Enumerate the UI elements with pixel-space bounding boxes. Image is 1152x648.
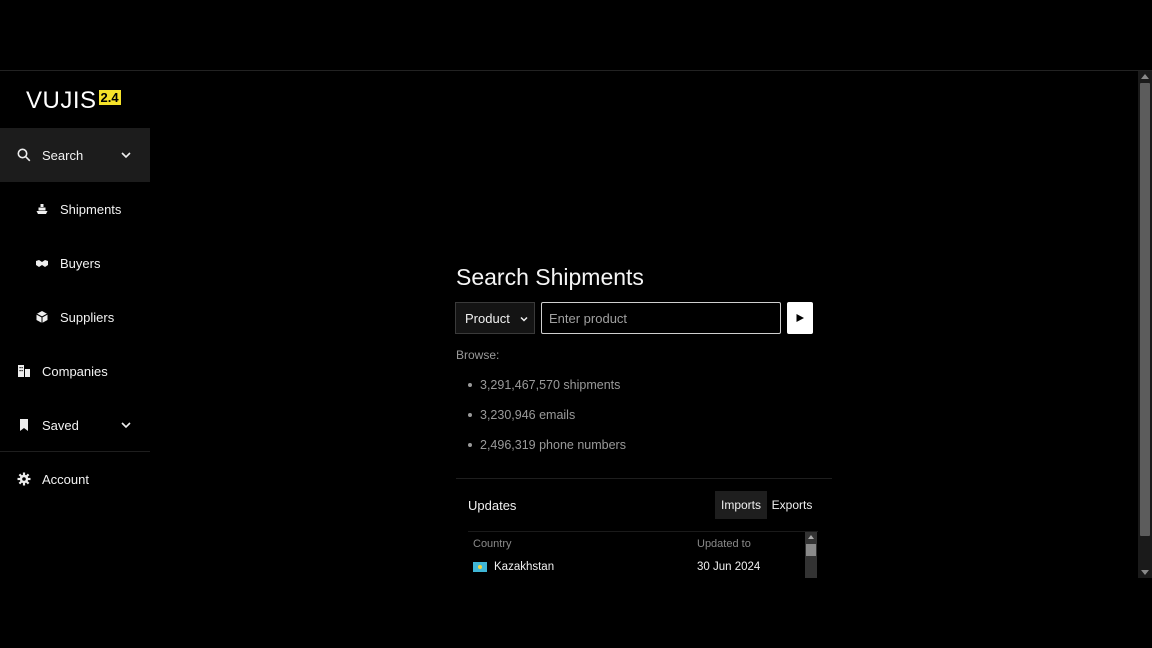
logo[interactable]: VUJIS 2.4 [26, 88, 121, 114]
buildings-icon [17, 364, 31, 378]
chevron-down-icon [119, 418, 133, 432]
table-cell-updated-to: 30 Jun 2024 [697, 561, 761, 573]
browse-item-emails[interactable]: 3,230,946 emails [468, 408, 575, 422]
bullet-icon [468, 382, 472, 387]
logo-text: VUJIS [26, 87, 97, 114]
box-icon [35, 310, 49, 324]
bullet-icon [468, 412, 472, 417]
sidebar-item-label: Search [42, 147, 84, 163]
chevron-down-icon [119, 148, 133, 162]
sidebar-item-label: Buyers [60, 255, 101, 271]
sidebar-item-label: Suppliers [60, 309, 115, 325]
updates-title: Updates [468, 498, 517, 513]
sidebar-item-label: Shipments [60, 201, 122, 217]
table-scrollbar[interactable] [805, 532, 817, 579]
table-scroll-thumb[interactable] [806, 544, 816, 556]
page-scrollbar[interactable] [1138, 71, 1152, 578]
search-type-select[interactable]: Product [455, 302, 535, 334]
chevron-down-icon [518, 313, 530, 325]
sidebar: VUJIS 2.4 Search Shipments Buyers Suppli… [0, 72, 150, 648]
browse-item-phones[interactable]: 2,496,319 phone numbers [468, 438, 626, 452]
sidebar-item-account[interactable]: Account [0, 452, 150, 506]
gear-icon [17, 472, 31, 486]
search-input[interactable]: Enter product [541, 302, 781, 334]
sidebar-item-label: Account [42, 471, 89, 487]
page-scroll-thumb[interactable] [1140, 83, 1150, 536]
search-icon [17, 148, 31, 162]
sidebar-item-suppliers[interactable]: Suppliers [0, 290, 150, 344]
sidebar-item-label: Companies [42, 363, 108, 379]
handshake-icon [35, 256, 49, 270]
sidebar-item-buyers[interactable]: Buyers [0, 236, 150, 290]
search-submit-button[interactable] [787, 302, 813, 334]
tab-imports[interactable]: Imports [715, 491, 767, 519]
bullet-icon [468, 442, 472, 447]
sidebar-item-saved[interactable]: Saved [0, 398, 150, 452]
sidebar-item-shipments[interactable]: Shipments [0, 182, 150, 236]
search-placeholder: Enter product [549, 310, 628, 326]
sidebar-item-companies[interactable]: Companies [0, 344, 150, 398]
bookmark-icon [17, 418, 31, 432]
search-type-value: Product [465, 310, 510, 326]
sidebar-item-search[interactable]: Search [0, 128, 150, 182]
ship-icon [35, 202, 49, 216]
updates-panel: Updates Imports Exports Country Updated … [456, 478, 832, 579]
column-header-country: Country [473, 538, 512, 550]
play-icon [796, 314, 804, 322]
page-title: Search Shipments [456, 264, 644, 290]
table-divider [468, 531, 818, 532]
scroll-up-icon[interactable] [1141, 74, 1149, 79]
sidebar-item-label: Saved [42, 417, 79, 433]
scroll-up-icon[interactable] [808, 535, 814, 539]
top-bar [0, 0, 1152, 71]
version-badge: 2.4 [98, 90, 121, 105]
browse-label: Browse: [456, 348, 500, 362]
kazakhstan-flag-icon [473, 562, 487, 572]
browse-item-shipments[interactable]: 3,291,467,570 shipments [468, 378, 620, 392]
table-cell-country: Kazakhstan [473, 561, 554, 573]
bottom-bar [0, 578, 1152, 648]
scroll-down-icon[interactable] [1141, 570, 1149, 575]
tab-exports[interactable]: Exports [767, 491, 817, 519]
column-header-updated-to: Updated to [697, 538, 751, 550]
